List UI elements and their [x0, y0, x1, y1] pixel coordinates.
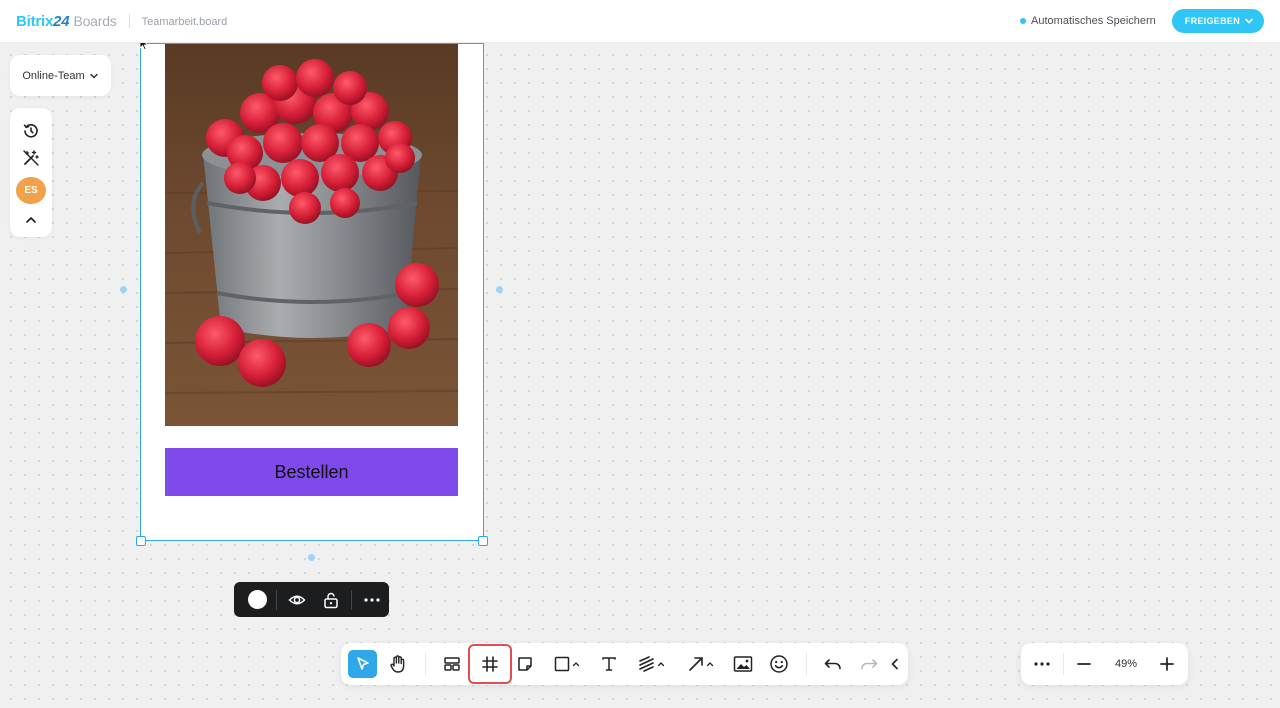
image-icon	[733, 656, 753, 672]
logo-text-24: 24	[53, 12, 70, 30]
chevron-left-icon	[891, 658, 898, 670]
text-icon	[602, 657, 616, 671]
bottom-toolbar	[341, 643, 908, 685]
templates-button[interactable]	[438, 650, 466, 678]
select-tool-button[interactable]	[348, 650, 377, 678]
share-button[interactable]: FREIGEBEN	[1171, 9, 1264, 33]
redo-icon	[861, 659, 878, 670]
selection-border-left	[140, 43, 141, 541]
team-selector-label: Online-Team	[22, 69, 85, 82]
lock-button[interactable]	[314, 582, 348, 617]
autosave-status: Automatisches Speichern	[1020, 15, 1156, 27]
bitrix24-logo[interactable]: Bitrix 24 Boards	[16, 13, 117, 30]
zoom-out-button[interactable]	[1071, 643, 1097, 685]
logo-text-boards: Boards	[73, 12, 117, 29]
pen-tool-button[interactable]	[633, 650, 671, 678]
connector-point-bottom[interactable]	[308, 554, 315, 561]
raspberry-bucket-photo	[165, 43, 458, 426]
minus-icon	[1077, 663, 1091, 665]
history-icon	[23, 123, 38, 138]
resize-handle-bottom-right[interactable]	[478, 536, 488, 546]
collapse-panel-button[interactable]	[19, 210, 43, 231]
chevron-up-icon	[572, 662, 580, 667]
header-divider	[128, 14, 130, 28]
autosave-label: Automatisches Speichern	[1031, 15, 1156, 27]
selection-border-bottom	[140, 540, 484, 541]
zoom-in-button[interactable]	[1154, 643, 1180, 685]
pen-scribble-icon	[639, 656, 654, 672]
top-header: Bitrix 24 Boards Teamarbeit.board Automati…	[0, 0, 1280, 43]
redo-button[interactable]	[855, 650, 883, 678]
undo-button[interactable]	[819, 650, 847, 678]
connector-point-right[interactable]	[496, 286, 503, 293]
image-upload-button[interactable]	[729, 650, 757, 678]
sticky-note-icon	[518, 657, 532, 671]
autosave-indicator-dot	[1020, 18, 1027, 24]
selection-border-right	[483, 43, 484, 541]
arrow-icon	[689, 657, 703, 671]
smiley-icon	[770, 655, 788, 673]
chevron-down-icon	[1245, 18, 1253, 24]
hand-icon	[390, 655, 405, 673]
context-divider	[350, 589, 352, 610]
raspberry-bucket-image[interactable]	[165, 43, 458, 426]
eye-icon	[288, 595, 306, 604]
frame-icon	[482, 656, 498, 672]
toolbar-divider	[425, 652, 426, 676]
chevron-up-icon	[706, 662, 714, 667]
color-swatch	[247, 590, 267, 609]
unlock-icon	[324, 592, 338, 608]
square-shape-icon	[554, 656, 570, 672]
more-icon	[364, 597, 380, 602]
user-avatar[interactable]: ES	[16, 176, 46, 204]
order-button[interactable]: Bestellen	[165, 448, 458, 496]
zoom-level[interactable]: 49%	[1103, 643, 1149, 685]
emoji-button[interactable]	[765, 650, 793, 678]
undo-icon	[824, 659, 841, 670]
chevron-up-icon	[26, 217, 36, 224]
context-divider	[275, 589, 277, 610]
object-context-toolbar	[234, 582, 389, 617]
more-icon	[1034, 662, 1050, 666]
zoom-divider	[1063, 653, 1064, 675]
connector-point-left[interactable]	[120, 286, 127, 293]
history-button[interactable]	[19, 120, 43, 141]
collapse-toolbar-button[interactable]	[886, 650, 904, 678]
magic-wand-off-icon	[23, 150, 39, 166]
plus-icon	[1160, 657, 1174, 671]
templates-icon	[444, 657, 460, 671]
chevron-down-icon	[89, 73, 98, 79]
pointer-icon	[356, 657, 369, 670]
frame-card[interactable]: Bestellen	[141, 43, 483, 541]
more-options-button[interactable]	[355, 582, 389, 617]
chevron-up-icon	[657, 662, 665, 667]
share-button-label: FREIGEBEN	[1184, 16, 1240, 26]
hand-tool-button[interactable]	[384, 650, 412, 678]
magic-wand-button[interactable]	[19, 147, 43, 168]
team-selector[interactable]: Online-Team	[10, 55, 111, 96]
sticky-note-button[interactable]	[511, 650, 539, 678]
toolbar-divider	[806, 652, 807, 676]
zoom-controls: 49%	[1021, 643, 1188, 685]
logo-text-bitrix: Bitrix	[16, 12, 54, 30]
resize-handle-bottom-left[interactable]	[136, 536, 146, 546]
shapes-button[interactable]	[548, 650, 586, 678]
frame-tool-button[interactable]	[468, 644, 512, 684]
board-name[interactable]: Teamarbeit.board	[142, 16, 228, 28]
visibility-button[interactable]	[280, 582, 314, 617]
color-picker-button[interactable]	[247, 582, 268, 617]
arrow-tool-button[interactable]	[682, 650, 720, 678]
zoom-more-button[interactable]	[1029, 643, 1055, 685]
left-tool-panel: ES	[10, 108, 52, 237]
text-tool-button[interactable]	[595, 650, 623, 678]
selection-border-top	[140, 43, 484, 44]
